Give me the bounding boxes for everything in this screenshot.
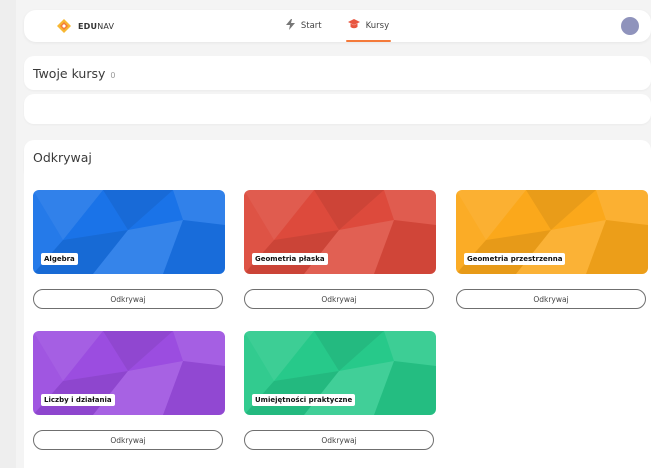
discover-button[interactable]: Odkrywaj — [456, 289, 646, 309]
discover-header: Odkrywaj — [24, 140, 651, 172]
tile-facet — [173, 190, 225, 225]
user-avatar[interactable] — [621, 17, 639, 35]
lightning-icon — [285, 19, 295, 33]
discover-button[interactable]: Odkrywaj — [244, 430, 434, 450]
discover-grid: Algebra Odkrywaj Geometria płaska Odkryw… — [24, 172, 651, 468]
tile-facet — [384, 331, 436, 366]
tile-facet — [384, 190, 436, 225]
course-tile[interactable]: Geometria płaska — [244, 190, 436, 274]
nav-link-kursy[interactable]: Kursy — [344, 10, 394, 42]
course-card-geometria-przestrzenna: Geometria przestrzenna Odkrywaj — [456, 190, 648, 309]
graduation-cap-icon — [347, 19, 360, 33]
your-courses-list — [24, 94, 651, 124]
course-tile[interactable]: Geometria przestrzenna — [456, 190, 648, 274]
course-tile-label: Geometria płaska — [252, 253, 328, 265]
course-tile[interactable]: Liczby i działania — [33, 331, 225, 415]
discover-button[interactable]: Odkrywaj — [244, 289, 434, 309]
course-tile-label: Liczby i działania — [41, 394, 115, 406]
tile-facet — [173, 331, 225, 366]
discover-title: Odkrywaj — [33, 150, 92, 165]
discover-button[interactable]: Odkrywaj — [33, 430, 223, 450]
your-courses-title: Twoje kursy — [33, 66, 106, 81]
your-courses-header: Twoje kursy 0 — [24, 56, 651, 90]
course-tile-label: Algebra — [41, 253, 78, 265]
app-shell: EDUNAV Start Kursy Twoje kursy 0 Odkrywa… — [16, 0, 651, 468]
course-card-algebra: Algebra Odkrywaj — [33, 190, 225, 309]
course-card-umiejetnosci-praktyczne: Umiejętności praktyczne Odkrywaj — [244, 331, 436, 450]
course-tile[interactable]: Umiejętności praktyczne — [244, 331, 436, 415]
top-navigation: EDUNAV Start Kursy — [24, 10, 651, 42]
nav-link-label: Start — [300, 21, 322, 31]
discover-button[interactable]: Odkrywaj — [33, 289, 223, 309]
tile-facet — [596, 190, 648, 225]
course-tile-label: Umiejętności praktyczne — [252, 394, 356, 406]
course-card-liczby-i-dzialania: Liczby i działania Odkrywaj — [33, 331, 225, 450]
courses-count: 0 — [110, 71, 116, 80]
nav-link-start[interactable]: Start — [282, 10, 326, 42]
section-title: Twoje kursy 0 — [33, 66, 116, 81]
course-tile-label: Geometria przestrzenna — [464, 253, 566, 265]
nav-link-label: Kursy — [365, 21, 390, 31]
main-menu: Start Kursy — [24, 10, 651, 42]
course-tile[interactable]: Algebra — [33, 190, 225, 274]
course-card-geometria-plaska: Geometria płaska Odkrywaj — [244, 190, 436, 309]
